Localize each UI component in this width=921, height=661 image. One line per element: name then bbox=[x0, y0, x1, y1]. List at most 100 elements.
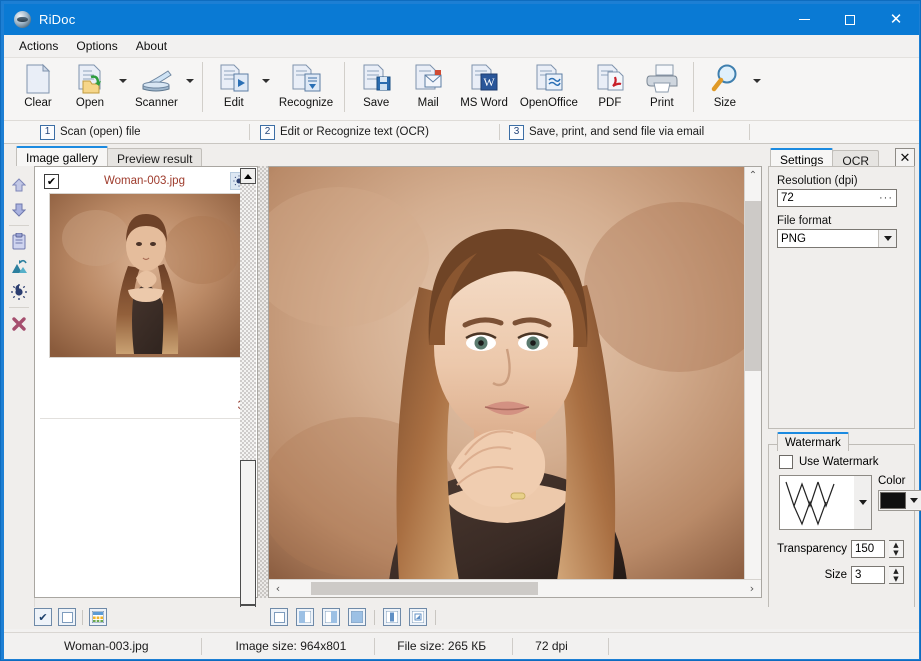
preview-image[interactable] bbox=[269, 167, 745, 581]
thumbnail-grid-button[interactable] bbox=[89, 608, 107, 626]
menu-options[interactable]: Options bbox=[67, 36, 126, 56]
chevron-down-icon bbox=[119, 79, 127, 83]
view-filled-button[interactable] bbox=[348, 608, 366, 626]
watermark-color-swatch[interactable] bbox=[880, 492, 906, 509]
fit-page-button[interactable] bbox=[409, 608, 427, 626]
view-two-page-right-button[interactable] bbox=[322, 608, 340, 626]
toolbar-separator-2 bbox=[344, 62, 345, 112]
stepper-down-icon: ▼ bbox=[889, 575, 903, 583]
viewer-vscroll-thumb[interactable] bbox=[745, 201, 761, 371]
fit-page-icon bbox=[412, 611, 424, 623]
resolution-input[interactable]: 72 ··· bbox=[777, 189, 897, 207]
view-single-page-button[interactable] bbox=[270, 608, 288, 626]
page-right-icon bbox=[325, 611, 337, 623]
stepper-up-icon: ▲ bbox=[889, 541, 903, 549]
toolbar-openoffice-button[interactable]: OpenOffice bbox=[514, 60, 584, 118]
move-down-icon[interactable] bbox=[4, 197, 34, 222]
check-icon: ✔ bbox=[47, 176, 56, 187]
thumbnail-image[interactable] bbox=[49, 193, 243, 358]
watermark-pattern-dropdown[interactable] bbox=[854, 476, 871, 529]
viewer-horizontal-scrollbar[interactable]: ‹ › bbox=[269, 579, 761, 597]
transparency-input[interactable]: 150 bbox=[851, 540, 885, 558]
brightness-icon[interactable] bbox=[4, 279, 34, 304]
hint-number-3: 3 bbox=[509, 125, 524, 140]
gallery-scroll-up-button[interactable] bbox=[240, 168, 256, 184]
toolbar-save-button[interactable]: Save bbox=[350, 60, 402, 118]
toolbar-print-button[interactable]: Print bbox=[636, 60, 688, 118]
viewer-scroll-left-button[interactable]: ‹ bbox=[269, 582, 287, 595]
size-input[interactable]: 3 bbox=[851, 566, 885, 584]
toolbar-edit-dropdown[interactable] bbox=[260, 60, 273, 118]
settings-panel: Settings OCR ✕ Resolution (dpi) 72 ··· F… bbox=[764, 144, 919, 616]
toolbar-edit-button[interactable]: Edit bbox=[208, 60, 260, 118]
triangle-up-icon bbox=[244, 174, 252, 179]
file-format-select[interactable]: PNG bbox=[777, 229, 897, 248]
toolbar-open-dropdown[interactable] bbox=[116, 60, 129, 118]
resolution-label: Resolution (dpi) bbox=[777, 175, 914, 187]
file-format-label: File format bbox=[777, 215, 914, 227]
grid-icon bbox=[92, 611, 104, 623]
thumbnail-checkbox[interactable]: ✔ bbox=[44, 174, 59, 189]
rotate-image-icon[interactable] bbox=[4, 254, 34, 279]
size-stepper[interactable]: ▲▼ bbox=[889, 566, 904, 584]
chevron-down-icon bbox=[262, 79, 270, 83]
toolbar-mail-button[interactable]: Mail bbox=[402, 60, 454, 118]
delete-x-icon[interactable] bbox=[4, 311, 34, 336]
watermark-color-dropdown[interactable] bbox=[906, 492, 921, 509]
hint-text-1: Scan (open) file bbox=[60, 126, 141, 138]
toolbar-open-button[interactable]: Open bbox=[64, 60, 116, 118]
viewer-vertical-scrollbar[interactable]: ⌃ ⌄ bbox=[744, 167, 761, 598]
close-icon: ✕ bbox=[890, 12, 903, 27]
viewer-scroll-right-button[interactable]: › bbox=[743, 582, 761, 595]
scanner-icon bbox=[139, 62, 173, 96]
watermark-pattern-select[interactable] bbox=[779, 475, 872, 530]
toolbar-size-dropdown[interactable] bbox=[751, 60, 764, 118]
viewer-hscroll-thumb[interactable] bbox=[311, 582, 538, 595]
tab-preview-result[interactable]: Preview result bbox=[107, 148, 202, 168]
viewer-scroll-up-button[interactable]: ⌃ bbox=[745, 167, 761, 184]
transparency-stepper[interactable]: ▲▼ bbox=[889, 540, 904, 558]
watermark-group: Watermark Use Watermark bbox=[768, 444, 915, 609]
toolbar-pdf-button[interactable]: PDF bbox=[584, 60, 636, 118]
resolution-browse-icon[interactable]: ··· bbox=[879, 192, 893, 204]
gallery-scrollbar[interactable] bbox=[240, 168, 256, 621]
fit-width-button[interactable] bbox=[383, 608, 401, 626]
bottom-toolbar: ✔ bbox=[4, 607, 919, 629]
gallery-scroll-thumb[interactable] bbox=[240, 460, 256, 605]
menu-about[interactable]: About bbox=[127, 36, 176, 56]
toolbar-recognize-button[interactable]: Recognize bbox=[273, 60, 339, 118]
size-label: Size bbox=[825, 569, 847, 581]
toolbar-scanner-button[interactable]: Scanner bbox=[129, 60, 184, 118]
tab-image-gallery[interactable]: Image gallery bbox=[16, 146, 108, 168]
panel-splitter[interactable] bbox=[258, 166, 268, 598]
maximize-button[interactable] bbox=[827, 4, 873, 35]
watermark-group-tab[interactable]: Watermark bbox=[777, 432, 849, 451]
select-all-checkbox[interactable]: ✔ bbox=[34, 608, 52, 626]
main-toolbar: Clear Open bbox=[4, 58, 919, 121]
move-up-icon[interactable] bbox=[4, 172, 34, 197]
status-image-size: Image size: 964x801 bbox=[202, 633, 361, 659]
chevron-down-icon[interactable] bbox=[878, 230, 896, 247]
toolbar-clear-button[interactable]: Clear bbox=[12, 60, 64, 118]
thumbnail-page-number: 3 bbox=[40, 358, 252, 414]
image-viewer: ⌃ ⌄ ‹ › bbox=[268, 166, 762, 598]
use-watermark-checkbox[interactable] bbox=[779, 455, 793, 469]
toolbar-size-button[interactable]: Size bbox=[699, 60, 751, 118]
toolbar-clear-label: Clear bbox=[24, 97, 51, 109]
watermark-zigzag-icon bbox=[780, 476, 854, 529]
clipboard-icon[interactable] bbox=[4, 229, 34, 254]
toolbar-save-label: Save bbox=[363, 97, 389, 109]
use-watermark-row[interactable]: Use Watermark bbox=[779, 455, 914, 469]
minimize-button[interactable] bbox=[781, 4, 827, 35]
view-two-page-left-button[interactable] bbox=[296, 608, 314, 626]
close-panel-button[interactable]: ✕ bbox=[895, 148, 915, 168]
toolbar-scanner-dropdown[interactable] bbox=[184, 60, 197, 118]
edit-play-icon bbox=[218, 62, 250, 96]
close-button[interactable]: ✕ bbox=[873, 4, 919, 35]
deselect-all-checkbox[interactable] bbox=[58, 608, 76, 626]
thumbnail-item[interactable]: ✔ Woman-003.jpg bbox=[40, 171, 252, 419]
title-bar: RiDoc ✕ bbox=[4, 4, 919, 35]
menu-actions[interactable]: Actions bbox=[10, 36, 67, 56]
toolbar-msword-button[interactable]: W MS Word bbox=[454, 60, 514, 118]
status-filename: Woman-003.jpg bbox=[50, 633, 163, 659]
